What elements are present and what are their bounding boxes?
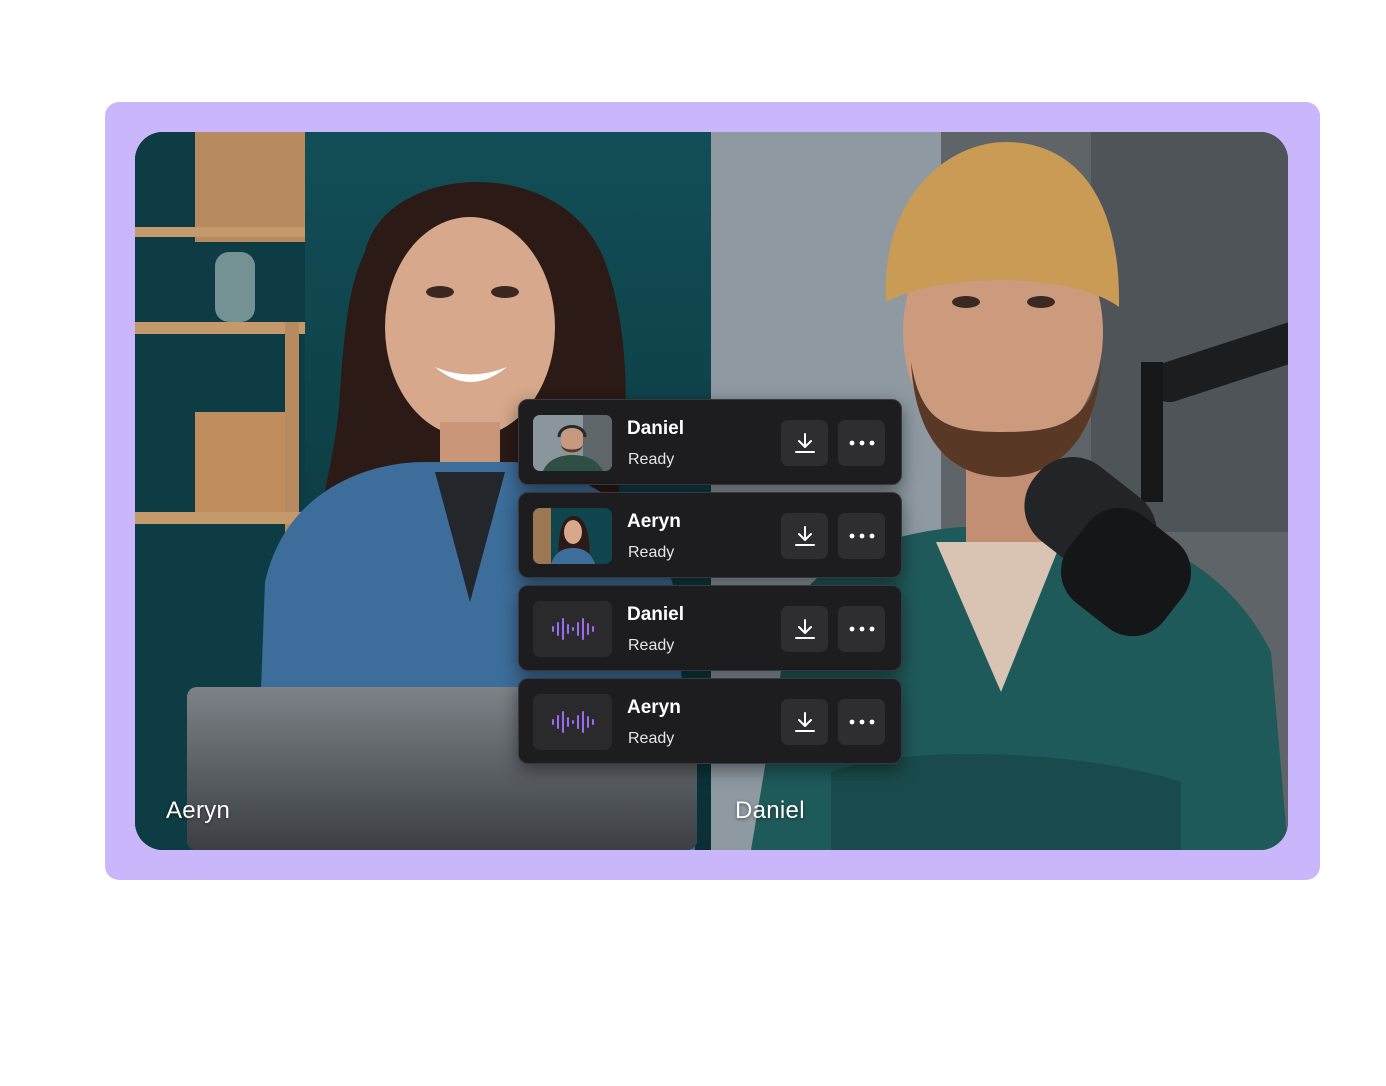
track-status: Ready [628,451,675,468]
track-status: Ready [628,730,675,747]
audio-waveform-icon [551,618,594,640]
track-card[interactable]: Aeryn Ready [518,678,902,764]
audio-thumbnail [533,694,612,750]
more-options-icon [849,626,874,632]
download-icon [794,619,815,639]
track-card[interactable]: Daniel Ready [518,585,902,671]
track-name: Daniel [627,604,685,625]
participant-name-label: Daniel [735,797,805,824]
more-options-icon [849,719,874,725]
download-button[interactable] [781,513,828,559]
audio-waveform-icon [551,711,594,733]
download-icon [794,433,815,453]
download-button[interactable] [781,699,828,745]
track-name: Aeryn [627,511,681,532]
download-icon [794,526,815,546]
more-options-icon [849,533,874,539]
audio-thumbnail [533,601,612,657]
daniel-video-thumbnail [533,415,612,471]
participant-name-label: Aeryn [166,797,231,824]
more-options-button[interactable] [838,699,885,745]
track-status: Ready [628,637,675,654]
track-name: Aeryn [627,697,681,718]
download-icon [794,712,815,732]
more-options-button[interactable] [838,606,885,652]
more-options-button[interactable] [838,420,885,466]
track-status: Ready [628,544,675,561]
download-button[interactable] [781,606,828,652]
track-card[interactable]: Aeryn Ready [518,492,902,578]
more-options-button[interactable] [838,513,885,559]
track-card[interactable]: Daniel Ready [518,399,902,485]
more-options-icon [849,440,874,446]
aeryn-video-thumbnail [533,508,612,564]
download-button[interactable] [781,420,828,466]
track-name: Daniel [627,418,685,439]
